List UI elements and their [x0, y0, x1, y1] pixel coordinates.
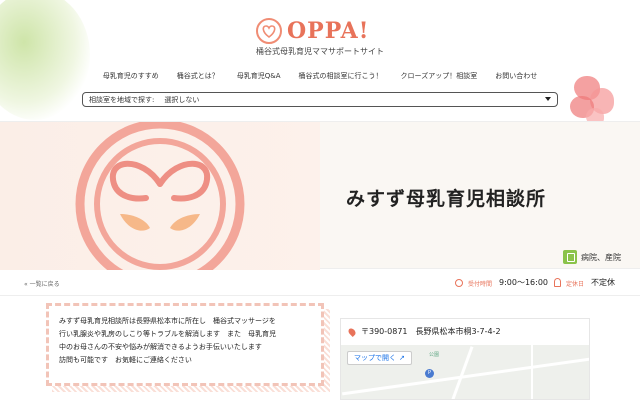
hours-value: 9:00～16:00 [499, 278, 549, 287]
embedded-map[interactable]: マップで開く ↗ 公園 P [341, 345, 589, 399]
site-header: OPPA! 桶谷式母乳育児ママサポートサイト 母乳育児のすすめ 桶谷式とは？ 母… [0, 0, 640, 120]
nav-item-breastfeeding[interactable]: 母乳育児のすすめ [94, 71, 168, 81]
holiday-label: 定休日 [566, 281, 585, 288]
facility-hero: みすず母乳育児相談所 病院、産院 [0, 121, 640, 270]
main-nav: 母乳育児のすすめ 桶谷式とは？ 母乳育児Q&A 桶谷式の相談室に行こう！ クロー… [0, 71, 640, 81]
facility-description: みすず母乳育児相談所は長野県松本市に所在し 桶谷式マッサージを 行い乳腺炎や乳房… [46, 303, 324, 386]
facility-name: みすず母乳育児相談所 [346, 188, 547, 210]
chevron-down-icon [545, 97, 551, 101]
address-map-card: 〒390-0871 長野県松本市桐3-7-4-2 マップで開く ↗ 公園 P [340, 318, 590, 400]
logo-text: OPPA! [287, 18, 370, 44]
back-to-list-link[interactable]: « 一覧に戻る [24, 279, 60, 288]
region-select-label: 相談室を地域で探す: [89, 95, 155, 104]
address-row: 〒390-0871 長野県松本市桐3-7-4-2 [347, 326, 501, 337]
description-line: みすず母乳育児相談所は長野県松本市に所在し 桶谷式マッサージを [59, 317, 276, 325]
open-in-maps-button[interactable]: マップで開く ↗ [347, 351, 412, 365]
open-in-maps-label: マップで開く [354, 354, 396, 362]
site-logo[interactable]: OPPA! [256, 18, 369, 44]
region-select-value: 選択しない [164, 95, 200, 104]
hours-label: 受付時間 [468, 281, 493, 288]
address-zip: 〒390-0871 [361, 327, 408, 336]
hospital-icon [563, 250, 577, 264]
info-bar: « 一覧に戻る 受付時間 9:00～16:00 定休日 不定休 [0, 270, 640, 296]
nav-item-about-method[interactable]: 桶谷式とは？ [168, 71, 228, 81]
nav-item-closeup[interactable]: クローズアップ！相談室 [392, 71, 487, 81]
nav-item-qa[interactable]: 母乳育児Q&A [228, 71, 290, 81]
map-poi-park: 公園 [429, 352, 440, 358]
clock-icon [455, 279, 463, 287]
nav-item-visit-clinic[interactable]: 桶谷式の相談室に行こう！ [290, 71, 392, 81]
description-line: 訪問も可能です お気軽にご連絡ください [59, 356, 192, 364]
description-line: 中のお母さんの不安や悩みが解消できるようお手伝いいたします [59, 343, 262, 351]
map-pin-icon [347, 326, 357, 337]
facility-logo-image [0, 122, 320, 270]
logo-heart-icon [256, 18, 282, 44]
parking-icon: P [425, 369, 434, 378]
nav-item-contact[interactable]: お問い合わせ [486, 71, 546, 81]
category-label: 病院、産院 [581, 252, 621, 262]
category-badge[interactable]: 病院、産院 [563, 250, 621, 264]
description-line: 行い乳腺炎や乳房のしこり等トラブルを解消します また 母乳育児 [59, 330, 276, 338]
holiday-value: 不定休 [591, 278, 615, 287]
region-select[interactable]: 相談室を地域で探す: 選択しない [82, 92, 558, 107]
external-link-icon: ↗ [399, 354, 405, 362]
address-text: 長野県松本市桐3-7-4-2 [415, 327, 501, 336]
bell-icon [554, 278, 561, 287]
site-tagline: 桶谷式母乳育児ママサポートサイト [256, 47, 384, 56]
